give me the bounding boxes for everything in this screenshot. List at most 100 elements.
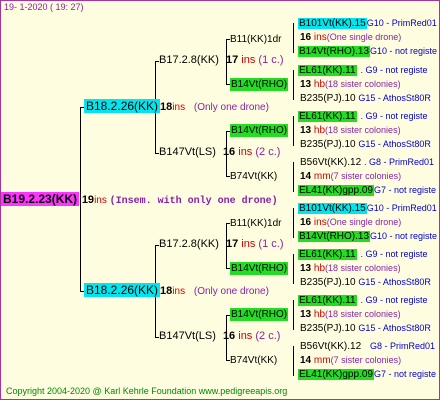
g4-label[interactable]: B101Vt(KK).15 (298, 203, 367, 214)
queen-g2a[interactable]: B17.2.8(KK) 17 ins (1 c.) (159, 54, 283, 67)
g4-gen: G15 - AthosSt80R (358, 323, 431, 333)
queen-g3f-label[interactable]: B14Vt(RHO) (230, 262, 289, 275)
queen-g3e-num: 16 (300, 217, 312, 228)
queen-g3g-suffix: hb (313, 309, 326, 320)
g4-label[interactable]: EL61(KK).11 (298, 65, 357, 76)
queen-g2d[interactable]: B147Vt(LS) 16 ins (2 c.) (159, 330, 280, 343)
queen-g3d-num: 14 (300, 171, 312, 182)
g4-entry[interactable]: B56Vt(KK).12 G8 - PrimRed01 (300, 340, 435, 353)
queen-g2d-suffix: ins (238, 330, 253, 342)
queen-g3d-suffix: mm (313, 171, 331, 182)
queen-g2d-label[interactable]: B147Vt(LS) (159, 330, 216, 342)
queen-g3g-num: 13 (300, 309, 312, 320)
g4-entry[interactable]: EL41(KK)gpp.09G7 - not registe (298, 184, 436, 197)
g4-gen: . G8 - PrimRed01 (363, 157, 434, 167)
g4-label[interactable]: B235(PJ).10 (300, 277, 356, 288)
g4-entry[interactable]: B101Vt(KK).15G10 - PrimRed01 (298, 17, 437, 30)
g4-label[interactable]: EL61(KK).11 (298, 249, 357, 260)
queen-g3f-info: 13 hb(18 sister colonies) (300, 262, 401, 275)
queen-g3f-suffix: hb (313, 263, 326, 274)
queen-g3d-label[interactable]: B74Vt(KK) (230, 170, 277, 183)
root-queen-label[interactable]: B19.2.23(KK) (1, 192, 80, 206)
g3g-vline (293, 300, 294, 330)
g4-label[interactable]: B14Vt(RHO).13 (298, 46, 371, 57)
g4-label[interactable]: B101Vt(KK).15 (298, 18, 367, 29)
queen-g3h-label[interactable]: B74Vt(KK) (230, 354, 277, 367)
queen-g1b[interactable]: B18.2.26(KK) 18ins (Only one drone) (84, 283, 269, 298)
queen-g3e-info: 16 ins(One single drone) (300, 216, 401, 229)
g4-entry[interactable]: EL61(KK).11. G9 - not registe (298, 294, 428, 307)
g4-gen: . G9 - not registe (360, 295, 428, 305)
g4-entry[interactable]: B235(PJ).10 G15 - AthosSt80R (300, 138, 431, 151)
queen-g1b-suffix: ins (172, 286, 186, 297)
queen-g1a-note: (Only one drone) (193, 102, 269, 113)
queen-g3h-num: 14 (300, 355, 312, 366)
g4-label[interactable]: EL61(KK).11 (298, 111, 357, 122)
g4-label[interactable]: B14Vt(RHO).13 (298, 231, 371, 242)
g3d-vline (293, 162, 294, 192)
g3e-vline (293, 208, 294, 238)
queen-g3b-info: 13 hb(18 sister colonies) (300, 78, 401, 91)
root-queen-num: 19 (81, 194, 95, 206)
queen-g3d-info: 14 mm(7 sister colonies) (300, 170, 401, 183)
queen-g2c-suffix: ins (241, 238, 256, 250)
queen-g3a-note: (One single drone) (326, 32, 402, 42)
g4-gen: G10 - PrimRed01 (366, 18, 437, 28)
g4-label[interactable]: B56Vt(KK).12 (300, 341, 361, 352)
queen-g1b-num: 18 (160, 285, 173, 297)
root-queen[interactable]: B19.2.23(KK) 19ins (Insem. with only one… (1, 191, 278, 208)
g4-label[interactable]: EL41(KK)gpp.09 (298, 369, 374, 380)
g4-label[interactable]: EL41(KK)gpp.09 (298, 185, 374, 196)
queen-g1b-note: (Only one drone) (193, 286, 269, 297)
queen-g3b-num: 13 (300, 79, 312, 90)
g3a-vline (293, 23, 294, 53)
g4-entry[interactable]: EL61(KK).11. G9 - not registe (298, 64, 428, 77)
queen-g1b-label[interactable]: B18.2.26(KK) (84, 283, 161, 297)
queen-g3c-label[interactable]: B14Vt(RHO) (230, 124, 289, 137)
queen-g3c-note: (18 sister colonies) (325, 125, 401, 135)
g4-entry[interactable]: EL61(KK).11. G9 - not registe (298, 110, 428, 123)
g4-label[interactable]: B235(PJ).10 (300, 93, 356, 104)
queen-g2c-label[interactable]: B17.2.8(KK) (159, 238, 219, 250)
queen-g2b-label[interactable]: B147Vt(LS) (159, 146, 216, 158)
g4-label[interactable]: B56Vt(KK).12 (300, 157, 361, 168)
g4-entry[interactable]: B14Vt(RHO).13G10 - not registe (298, 230, 437, 243)
g4-label[interactable]: B235(PJ).10 (300, 323, 356, 334)
g4-entry[interactable]: B14Vt(RHO).13G10 - not registe (298, 45, 437, 58)
queen-g3g-label[interactable]: B14Vt(RHO) (230, 308, 289, 321)
g4-gen: G10 - not registe (370, 46, 438, 56)
g4-entry[interactable]: B235(PJ).10 G15 - AthosSt80R (300, 322, 431, 335)
queen-g2c[interactable]: B17.2.8(KK) 17 ins (1 c.) (159, 238, 283, 251)
queen-g3f-note: (18 sister colonies) (325, 263, 401, 273)
g4-entry[interactable]: EL61(KK).11. G9 - not registe (298, 248, 428, 261)
queen-g1a[interactable]: B18.2.26(KK) 18ins (Only one drone) (84, 99, 269, 114)
g4-entry[interactable]: B56Vt(KK).12 . G8 - PrimRed01 (300, 156, 434, 169)
queen-g3g-note: (18 sister colonies) (325, 309, 401, 319)
root-queen-suffix: ins (94, 195, 107, 206)
g4-entry[interactable]: B101Vt(KK).15G10 - PrimRed01 (298, 202, 437, 215)
g4-gen: . G9 - not registe (360, 249, 428, 259)
g4-gen: G15 - AthosSt80R (358, 93, 431, 103)
queen-g2a-num: 17 (225, 54, 239, 66)
g4-gen: G7 - not registe (373, 185, 436, 195)
queen-g3a-info: 16 ins(One single drone) (300, 31, 401, 44)
g4-entry[interactable]: B235(PJ).10 G15 - AthosSt80R (300, 92, 431, 105)
g4-label[interactable]: B235(PJ).10 (300, 139, 356, 150)
queen-g3b-label[interactable]: B14Vt(RHO) (230, 78, 289, 91)
queen-g1a-label[interactable]: B18.2.26(KK) (84, 99, 161, 113)
queen-g3e-note: (One single drone) (326, 217, 402, 227)
g4-label[interactable]: EL61(KK).11 (298, 295, 357, 306)
queen-g2b[interactable]: B147Vt(LS) 16 ins (2 c.) (159, 146, 280, 159)
queen-g3c-suffix: hb (313, 125, 326, 136)
queen-g3a-label[interactable]: B11(KK)1dr (230, 33, 282, 46)
queen-g3f-num: 13 (300, 263, 312, 274)
queen-g3e-label[interactable]: B11(KK)1dr (230, 217, 282, 230)
g3f-vline (293, 254, 294, 284)
queen-g2b-num: 16 (222, 146, 236, 158)
g4-entry[interactable]: EL41(KK)gpp.09G7 - not registe (298, 368, 436, 381)
queen-g3c-info: 13 hb(18 sister colonies) (300, 124, 401, 137)
queen-g2a-suffix: ins (241, 54, 256, 66)
g4-entry[interactable]: B235(PJ).10 G15 - AthosSt80R (300, 276, 431, 289)
queen-g2a-label[interactable]: B17.2.8(KK) (159, 54, 219, 66)
queen-g3h-info: 14 mm(7 sister colonies) (300, 354, 401, 367)
